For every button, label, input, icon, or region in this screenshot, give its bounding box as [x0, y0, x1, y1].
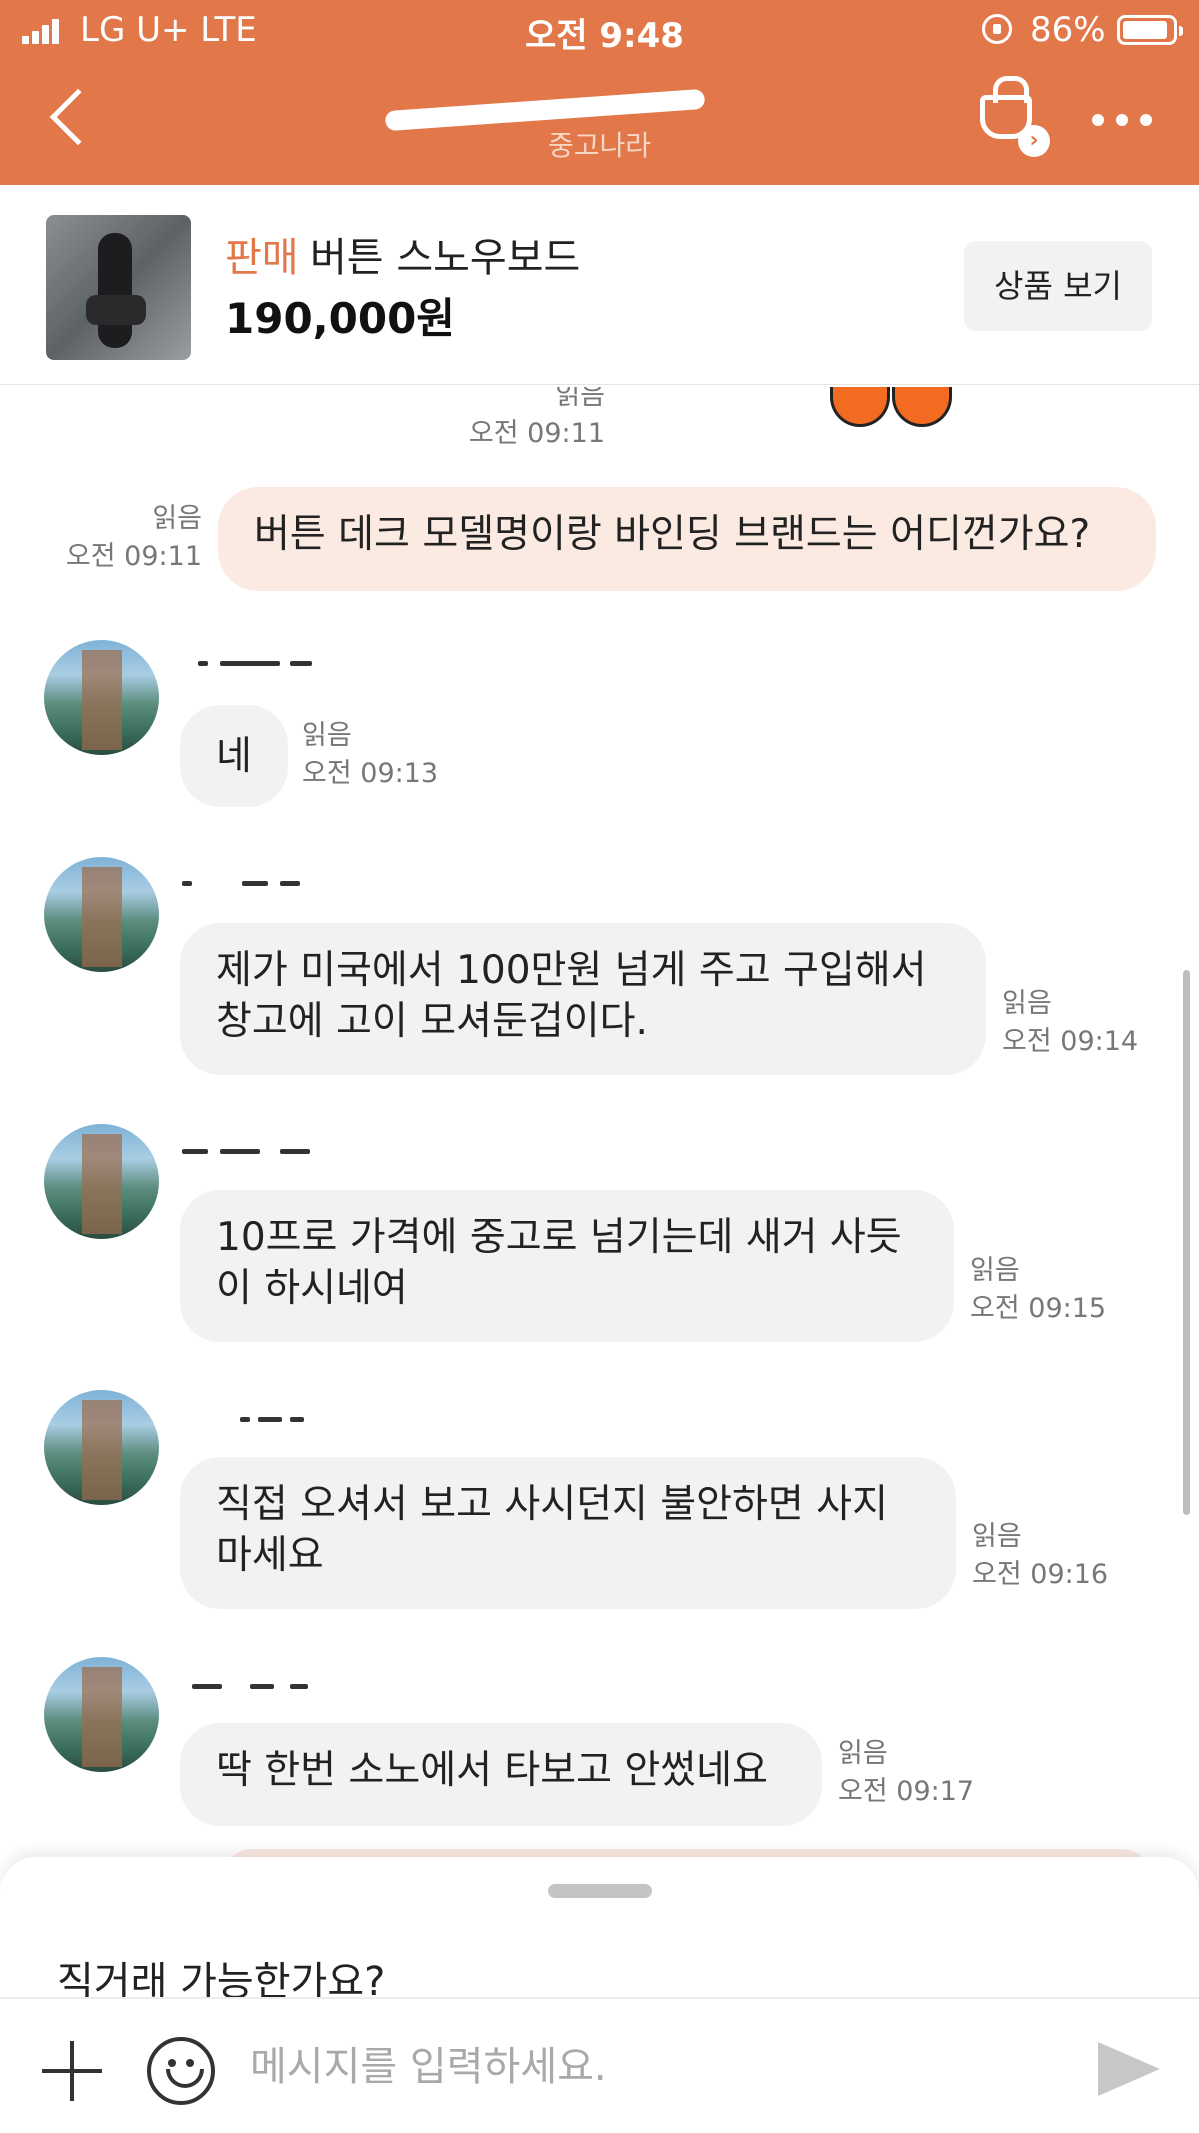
battery-percent: 86% [1030, 10, 1106, 50]
avatar[interactable] [44, 1657, 159, 1772]
avatar[interactable] [44, 857, 159, 972]
sheet-handle[interactable] [548, 1884, 652, 1898]
sender-name-redacted [180, 1135, 330, 1165]
time-label: 오전 09:11 [65, 540, 202, 572]
time-label: 오전 09:13 [302, 757, 439, 789]
time-label: 오전 09:11 [468, 417, 605, 449]
message-meta: 읽음 오전 09:13 [302, 717, 438, 793]
product-status-tag: 판매 [225, 235, 299, 281]
plus-icon[interactable] [42, 2041, 102, 2101]
chevron-right-icon[interactable]: › [1018, 125, 1050, 157]
message-meta: 읽음 오전 09:11 [440, 387, 605, 453]
message-meta: 읽음 오전 09:17 [838, 1735, 974, 1811]
message-composer [0, 1997, 1199, 2133]
signal-icon [22, 18, 62, 44]
time-label: 오전 09:14 [1002, 1025, 1139, 1057]
message-meta: 읽음 오전 09:16 [972, 1518, 1108, 1594]
scrollbar[interactable] [1183, 970, 1190, 1515]
sticker-image [780, 387, 1000, 457]
sender-name-redacted [180, 1670, 330, 1700]
time-label: 오전 09:15 [970, 1292, 1107, 1324]
message-meta: 읽음 오전 09:11 [40, 500, 202, 576]
read-label: 읽음 [1002, 988, 1052, 1019]
avatar[interactable] [44, 1390, 159, 1505]
message-bubble-theirs[interactable]: 딱 한번 소노에서 타보고 안썼네요 [180, 1723, 822, 1826]
product-thumbnail[interactable] [46, 215, 191, 360]
more-icon[interactable] [1092, 114, 1152, 128]
product-price: 190,000원 [225, 294, 455, 343]
emoji-icon[interactable] [147, 2037, 215, 2105]
product-card[interactable]: 판매 버튼 스노우보드 190,000원 상품 보기 [0, 185, 1199, 385]
message-bubble-theirs[interactable]: 10프로 가격에 중고로 넘기는데 새거 사듯 이 하시네여 [180, 1190, 954, 1342]
quick-reply-item[interactable]: 직거래 가능한가요? [57, 1949, 385, 1997]
view-product-button[interactable]: 상품 보기 [964, 241, 1152, 331]
top-bar: LG U+ LTE 오전 9:48 86% 중고나라 › [0, 0, 1199, 185]
battery-icon [1117, 15, 1183, 45]
message-bubble-theirs[interactable]: 직접 오셔서 보고 사시던지 불안하면 사지 마세요 [180, 1457, 956, 1609]
quick-reply-sheet[interactable]: 직거래 가능한가요? [0, 1857, 1199, 1997]
chat-area[interactable]: 읽음 오전 09:11 읽음 오전 09:11 버튼 데크 모델명이랑 바인딩 … [0, 387, 1199, 1857]
sender-name-redacted [180, 1403, 330, 1433]
clock: 오전 9:48 [525, 16, 684, 56]
status-bar: LG U+ LTE 오전 9:48 86% [0, 0, 1199, 62]
time-label: 오전 09:16 [972, 1558, 1109, 1590]
avatar[interactable] [44, 1124, 159, 1239]
carrier-label: LG U+ LTE [80, 10, 257, 50]
message-bubble-mine-partial [222, 1849, 1152, 1857]
message-bubble-theirs[interactable]: 제가 미국에서 100만원 넘게 주고 구입해서 창고에 고이 모셔둔겁이다. [180, 923, 986, 1075]
avatar[interactable] [44, 640, 159, 755]
read-label: 읽음 [970, 1255, 1020, 1286]
message-input[interactable] [250, 2037, 1050, 2097]
read-label: 읽음 [972, 1521, 1022, 1552]
sender-name-redacted [180, 647, 330, 677]
message-meta: 읽음 오전 09:15 [970, 1252, 1106, 1328]
message-bubble-theirs[interactable]: 네 [180, 705, 288, 807]
message-meta: 읽음 오전 09:14 [1002, 985, 1138, 1061]
read-label: 읽음 [555, 387, 605, 411]
read-label: 읽음 [838, 1738, 888, 1769]
sender-name-redacted [180, 867, 330, 897]
time-label: 오전 09:17 [838, 1775, 975, 1807]
product-title: 버튼 스노우보드 [310, 235, 581, 281]
message-bubble-mine[interactable]: 버튼 데크 모델명이랑 바인딩 브랜드는 어디껀가요? [218, 487, 1156, 591]
send-icon[interactable] [1098, 2042, 1160, 2096]
partner-name-redacted [380, 80, 710, 130]
rotation-lock-icon [982, 14, 1012, 44]
read-label: 읽음 [302, 720, 352, 751]
read-label: 읽음 [152, 503, 202, 534]
